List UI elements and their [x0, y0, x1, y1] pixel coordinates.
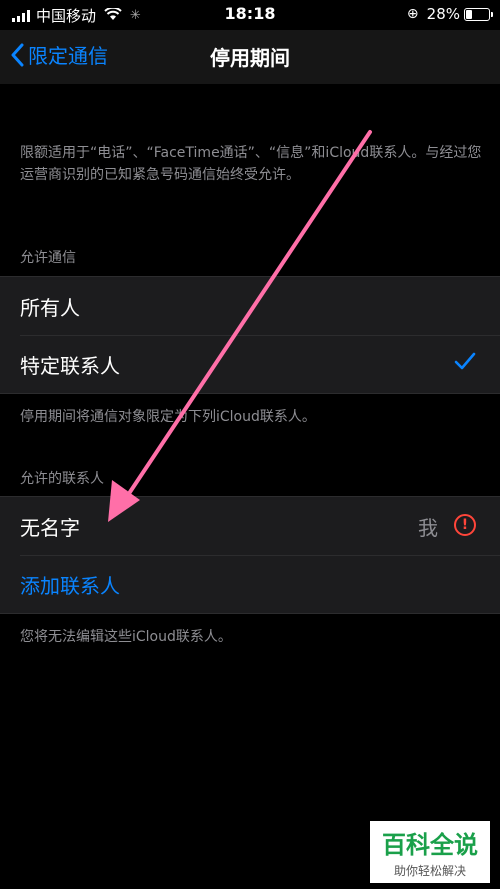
watermark-subtitle: 助你轻松解决: [393, 864, 466, 878]
contact-name: 无名字: [20, 515, 80, 540]
warning-icon[interactable]: !: [454, 514, 476, 536]
page-title: 停用期间: [210, 46, 290, 70]
annotation-arrow: [108, 130, 372, 522]
option-everyone[interactable]: 所有人: [0, 277, 500, 335]
battery-icon: [464, 7, 493, 21]
allowed-contacts-footer: 您将无法编辑这些iCloud联系人。: [20, 629, 232, 645]
battery-fill: [466, 9, 472, 19]
allowed-contacts-header: 允许的联系人: [20, 471, 104, 487]
add-contact-label: 添加联系人: [20, 573, 120, 598]
watermark-title: 百科全说: [382, 831, 478, 859]
status-right: ⊕ 28%: [406, 5, 493, 23]
contact-me-tag: 我: [418, 515, 438, 540]
checkmark-icon: [454, 352, 476, 370]
battery-percent: 28%: [426, 5, 460, 23]
orientation-lock-icon: ⊕: [406, 6, 419, 22]
status-bar: 中国移动 ✳ 18:18 ⊕ 28%: [0, 0, 500, 30]
allow-communication-group: 所有人 特定联系人: [0, 276, 500, 394]
limit-description: 限额适用于“电话”、“FaceTime通话”、“信息”和iCloud联系人。与经…: [20, 145, 482, 183]
option-specific-contacts[interactable]: 特定联系人: [0, 335, 500, 393]
option-specific-contacts-label: 特定联系人: [20, 353, 120, 378]
allow-communication-header: 允许通信: [20, 250, 76, 266]
watermark-logo: 百科全说 助你轻松解决: [370, 821, 490, 883]
contact-row[interactable]: 无名字 我 !: [0, 497, 500, 555]
add-contact-button[interactable]: 添加联系人: [0, 555, 500, 613]
navigation-bar: 限定通信 停用期间: [0, 30, 500, 84]
option-everyone-label: 所有人: [20, 295, 80, 320]
battery-cap: [491, 11, 493, 17]
allow-communication-footer: 停用期间将通信对象限定为下列iCloud联系人。: [20, 409, 316, 425]
allowed-contacts-group: 无名字 我 ! 添加联系人: [0, 496, 500, 614]
